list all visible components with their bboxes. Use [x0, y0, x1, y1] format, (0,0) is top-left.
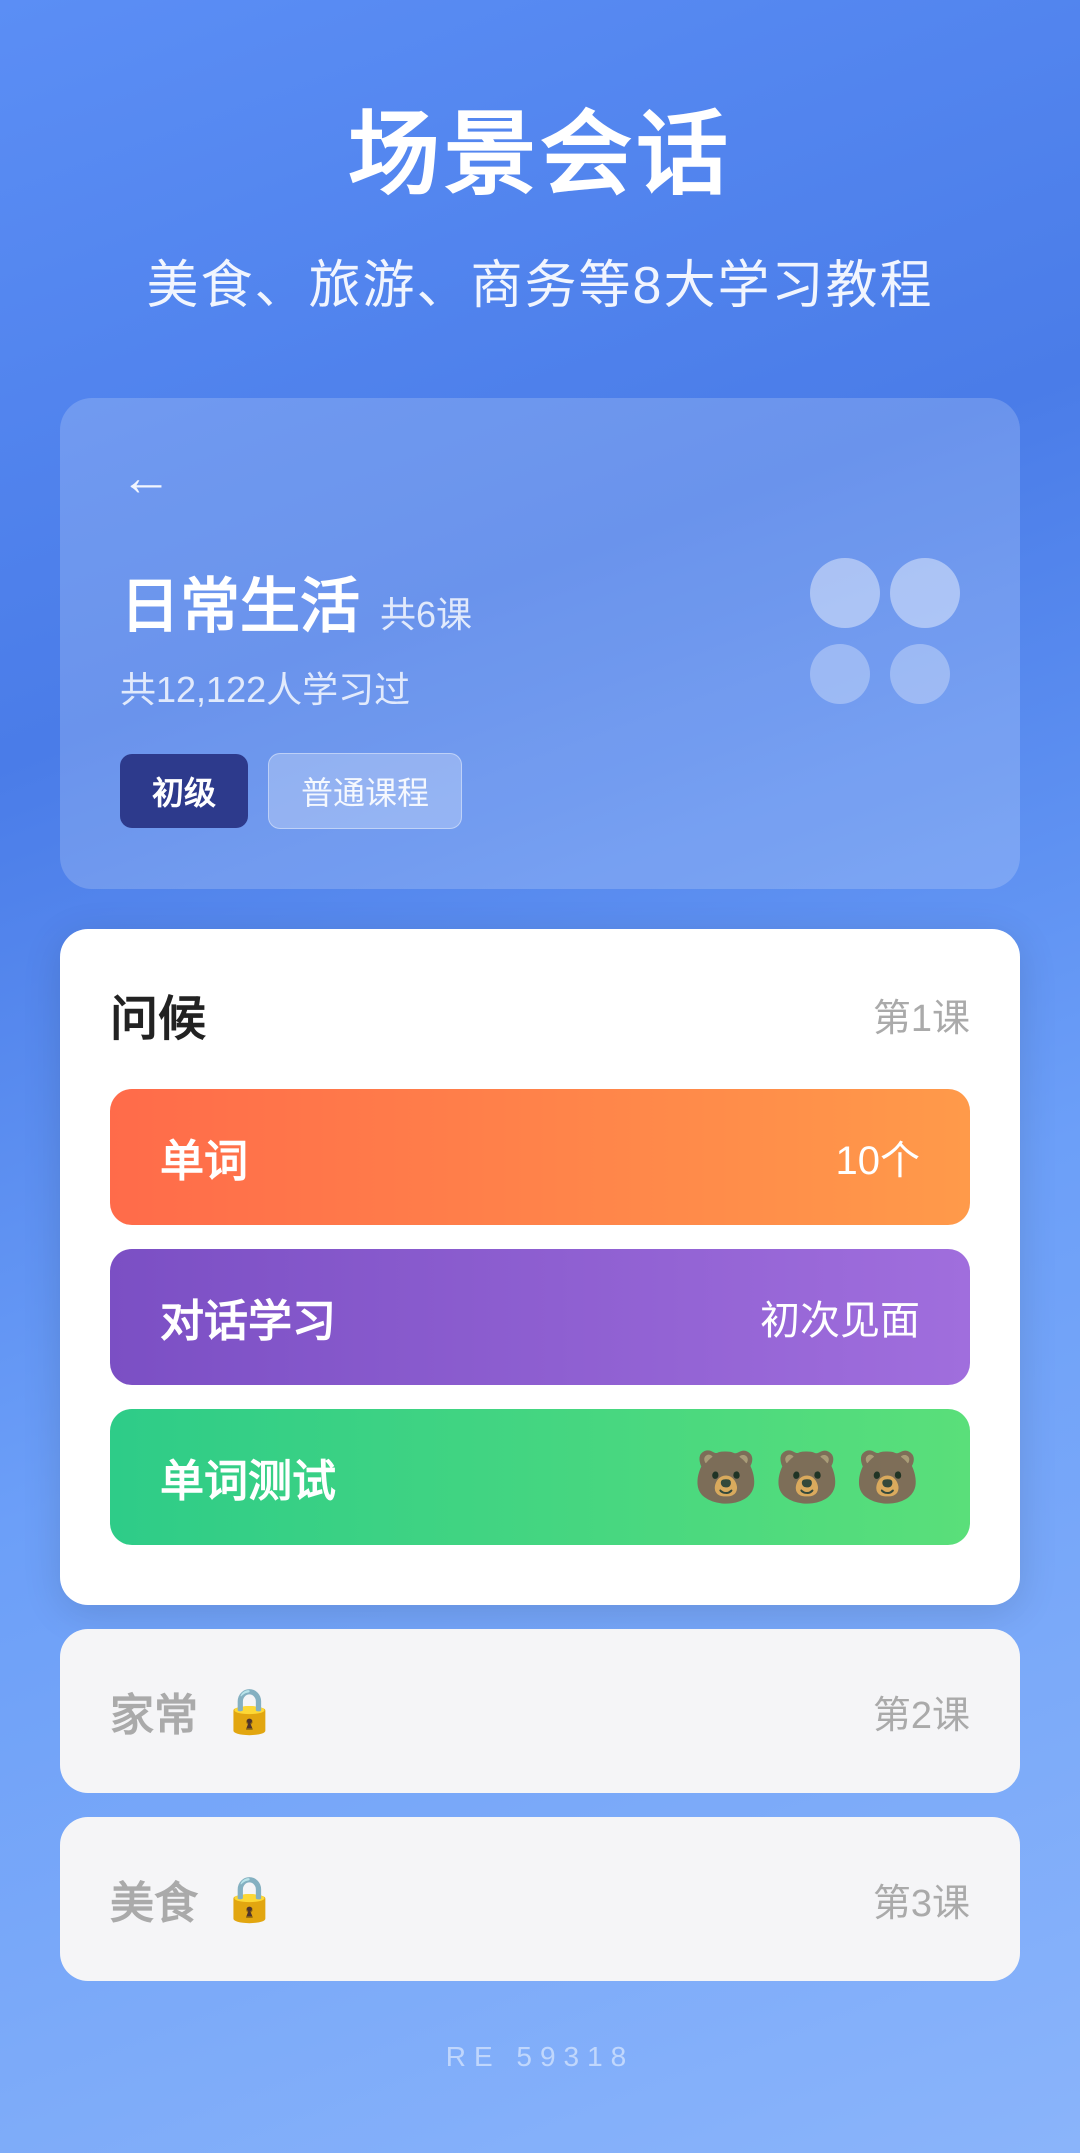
main-title: 场景会话 [60, 80, 1020, 213]
lock-icon-3: 🔒 [222, 1873, 277, 1925]
lesson-1-header: 问候 第1课 [110, 979, 970, 1049]
dialogue-value: 初次见面 [760, 1288, 920, 1346]
barcode-area: RE 59318 [60, 2041, 1020, 2073]
tags-row: 初级 普通课程 [120, 753, 960, 829]
page-wrapper: 场景会话 美食、旅游、商务等8大学习教程 ← 日常生活 共6课 共12,122人… [0, 0, 1080, 2153]
lesson-1-name: 问候 [110, 979, 206, 1049]
lesson-2-left: 家常 🔒 [110, 1679, 277, 1743]
lesson-3-number: 第3课 [873, 1872, 970, 1927]
test-label: 单词测试 [160, 1445, 336, 1509]
decoration-bubbles [810, 558, 960, 704]
bear-icons: 🐻 🐻 🐻 [694, 1447, 920, 1508]
lesson-3-name: 美食 [110, 1867, 198, 1931]
dialogue-button[interactable]: 对话学习 初次见面 [110, 1249, 970, 1385]
dialogue-label: 对话学习 [160, 1285, 336, 1349]
test-button[interactable]: 单词测试 🐻 🐻 🐻 [110, 1409, 970, 1545]
tag-normal-course[interactable]: 普通课程 [268, 753, 462, 829]
bear-icon-1: 🐻 [694, 1447, 759, 1508]
lessons-container: 问候 第1课 单词 10个 对话学习 初次见面 单词测试 🐻 🐻 🐻 [60, 929, 1020, 1981]
bubble-group-left [810, 558, 880, 704]
bear-icon-3: 🐻 [855, 1447, 920, 1508]
lesson-2-number: 第2课 [873, 1684, 970, 1739]
tag-beginner[interactable]: 初级 [120, 754, 248, 828]
bubble-1 [810, 558, 880, 628]
bubble-group-right [890, 558, 960, 704]
subtitle: 美食、旅游、商务等8大学习教程 [60, 243, 1020, 318]
vocabulary-button[interactable]: 单词 10个 [110, 1089, 970, 1225]
vocabulary-label: 单词 [160, 1125, 248, 1189]
vocabulary-value: 10个 [836, 1128, 921, 1186]
bear-icon-2: 🐻 [775, 1447, 840, 1508]
header-section: 场景会话 美食、旅游、商务等8大学习教程 [0, 0, 1080, 358]
lesson-2-name: 家常 [110, 1679, 198, 1743]
lesson-card-1: 问候 第1课 单词 10个 对话学习 初次见面 单词测试 🐻 🐻 🐻 [60, 929, 1020, 1605]
barcode-text: RE 59318 [60, 2041, 1020, 2073]
course-main-title: 日常生活 [120, 558, 360, 645]
bubble-4 [890, 644, 950, 704]
lock-icon-2: 🔒 [222, 1685, 277, 1737]
bubble-3 [890, 558, 960, 628]
course-count: 共6课 [380, 586, 472, 638]
lesson-3-left: 美食 🔒 [110, 1867, 277, 1931]
lesson-1-number: 第1课 [873, 987, 970, 1042]
lesson-card-3: 美食 🔒 第3课 [60, 1817, 1020, 1981]
course-info-card: ← 日常生活 共6课 共12,122人学习过 初级 普通课程 [60, 398, 1020, 889]
lesson-card-2: 家常 🔒 第2课 [60, 1629, 1020, 1793]
back-button[interactable]: ← [120, 448, 172, 508]
bubble-2 [810, 644, 870, 704]
